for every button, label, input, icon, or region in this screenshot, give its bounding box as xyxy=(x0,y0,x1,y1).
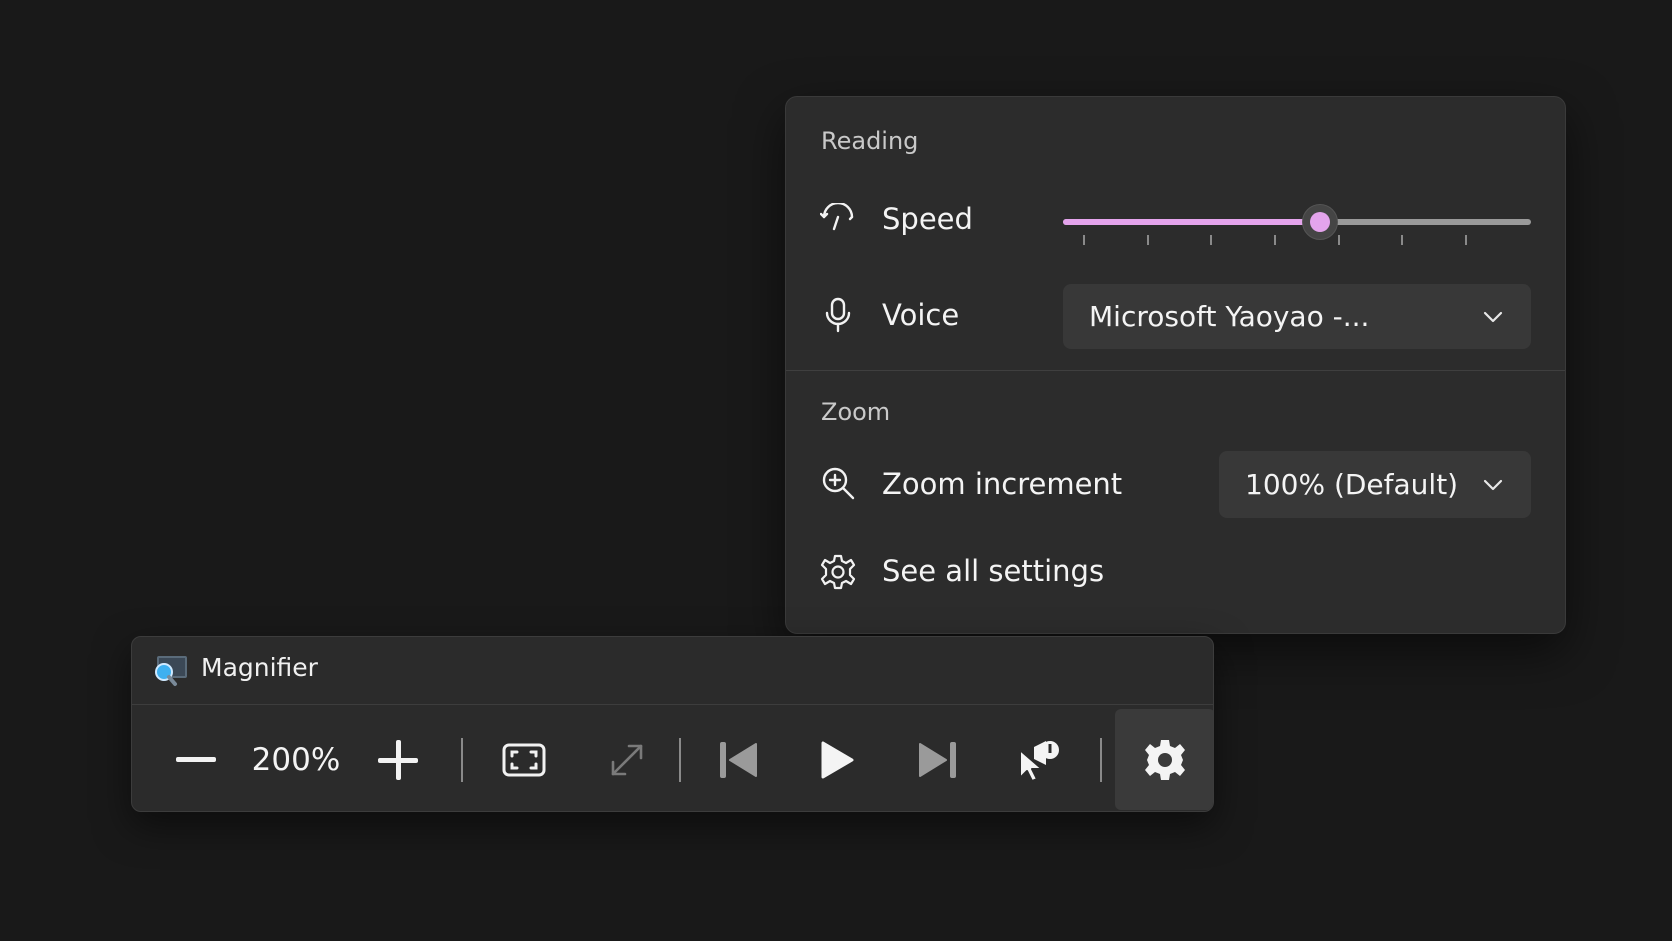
gear-outline-icon xyxy=(820,554,856,590)
read-from-pointer-icon xyxy=(1019,740,1059,782)
zoom-increment-label: Zoom increment xyxy=(882,467,1123,501)
previous-button[interactable] xyxy=(698,706,778,811)
zoom-increment-value: 100% (Default) xyxy=(1245,468,1459,501)
speed-slider-tick xyxy=(1337,235,1340,245)
zoom-section-title: Zoom xyxy=(821,398,891,426)
desktop-background: Reading Speed Voice Microsoft Yaoyao -..… xyxy=(0,0,1672,941)
speed-slider-tick xyxy=(1210,235,1213,245)
magnifier-app-icon xyxy=(152,654,188,688)
magnifier-title: Magnifier xyxy=(201,653,318,682)
zoom-level-display: 200% xyxy=(251,741,341,778)
speed-slider-tick xyxy=(1465,235,1467,245)
chevron-down-icon xyxy=(1481,473,1505,497)
voice-dropdown[interactable]: Microsoft Yaoyao -... xyxy=(1063,284,1531,349)
magnifier-titlebar[interactable]: Magnifier xyxy=(132,637,1213,705)
speed-label: Speed xyxy=(882,202,973,236)
minus-icon xyxy=(176,756,216,762)
magnifier-window: Magnifier 200% xyxy=(131,636,1214,812)
previous-paragraph-icon xyxy=(720,741,757,778)
resize-lens-button[interactable] xyxy=(587,706,667,811)
zoom-out-button[interactable] xyxy=(166,706,226,811)
resize-lens-icon xyxy=(611,744,643,775)
read-from-pointer-button[interactable] xyxy=(998,706,1078,811)
zoom-increment-icon xyxy=(820,465,856,501)
chevron-down-icon xyxy=(1481,305,1505,329)
next-paragraph-icon xyxy=(919,741,956,778)
speed-slider-tick xyxy=(1401,235,1404,245)
speed-slider-fill xyxy=(1063,219,1321,225)
microphone-icon xyxy=(820,297,856,333)
magnifier-toolbar: 200% xyxy=(132,706,1213,811)
see-all-settings-label[interactable]: See all settings xyxy=(882,553,1104,589)
toolbar-separator xyxy=(461,738,463,782)
speedometer-icon xyxy=(820,200,856,236)
play-button[interactable] xyxy=(797,706,877,811)
plus-icon xyxy=(378,739,418,780)
toolbar-separator xyxy=(679,738,681,782)
speed-slider-tick xyxy=(1146,235,1149,245)
voice-dropdown-value: Microsoft Yaoyao -... xyxy=(1089,300,1370,333)
magnifier-settings-flyout: Reading Speed Voice Microsoft Yaoyao -..… xyxy=(785,96,1566,634)
reading-section-title: Reading xyxy=(821,127,919,155)
speed-slider-tick xyxy=(1274,235,1276,245)
zoom-in-button[interactable] xyxy=(368,706,428,811)
change-view-button[interactable] xyxy=(484,706,564,811)
zoom-increment-dropdown[interactable]: 100% (Default) xyxy=(1219,451,1531,518)
toolbar-separator xyxy=(1100,738,1102,782)
speed-slider[interactable] xyxy=(1063,204,1531,247)
speed-slider-tick xyxy=(1083,235,1085,245)
play-icon xyxy=(821,741,854,778)
fullscreen-view-icon xyxy=(502,743,546,776)
speed-slider-thumb[interactable] xyxy=(1302,204,1339,240)
settings-icon xyxy=(1145,739,1185,780)
voice-label: Voice xyxy=(882,298,960,332)
next-button[interactable] xyxy=(898,706,978,811)
settings-button[interactable] xyxy=(1115,709,1213,810)
section-divider xyxy=(786,370,1565,371)
